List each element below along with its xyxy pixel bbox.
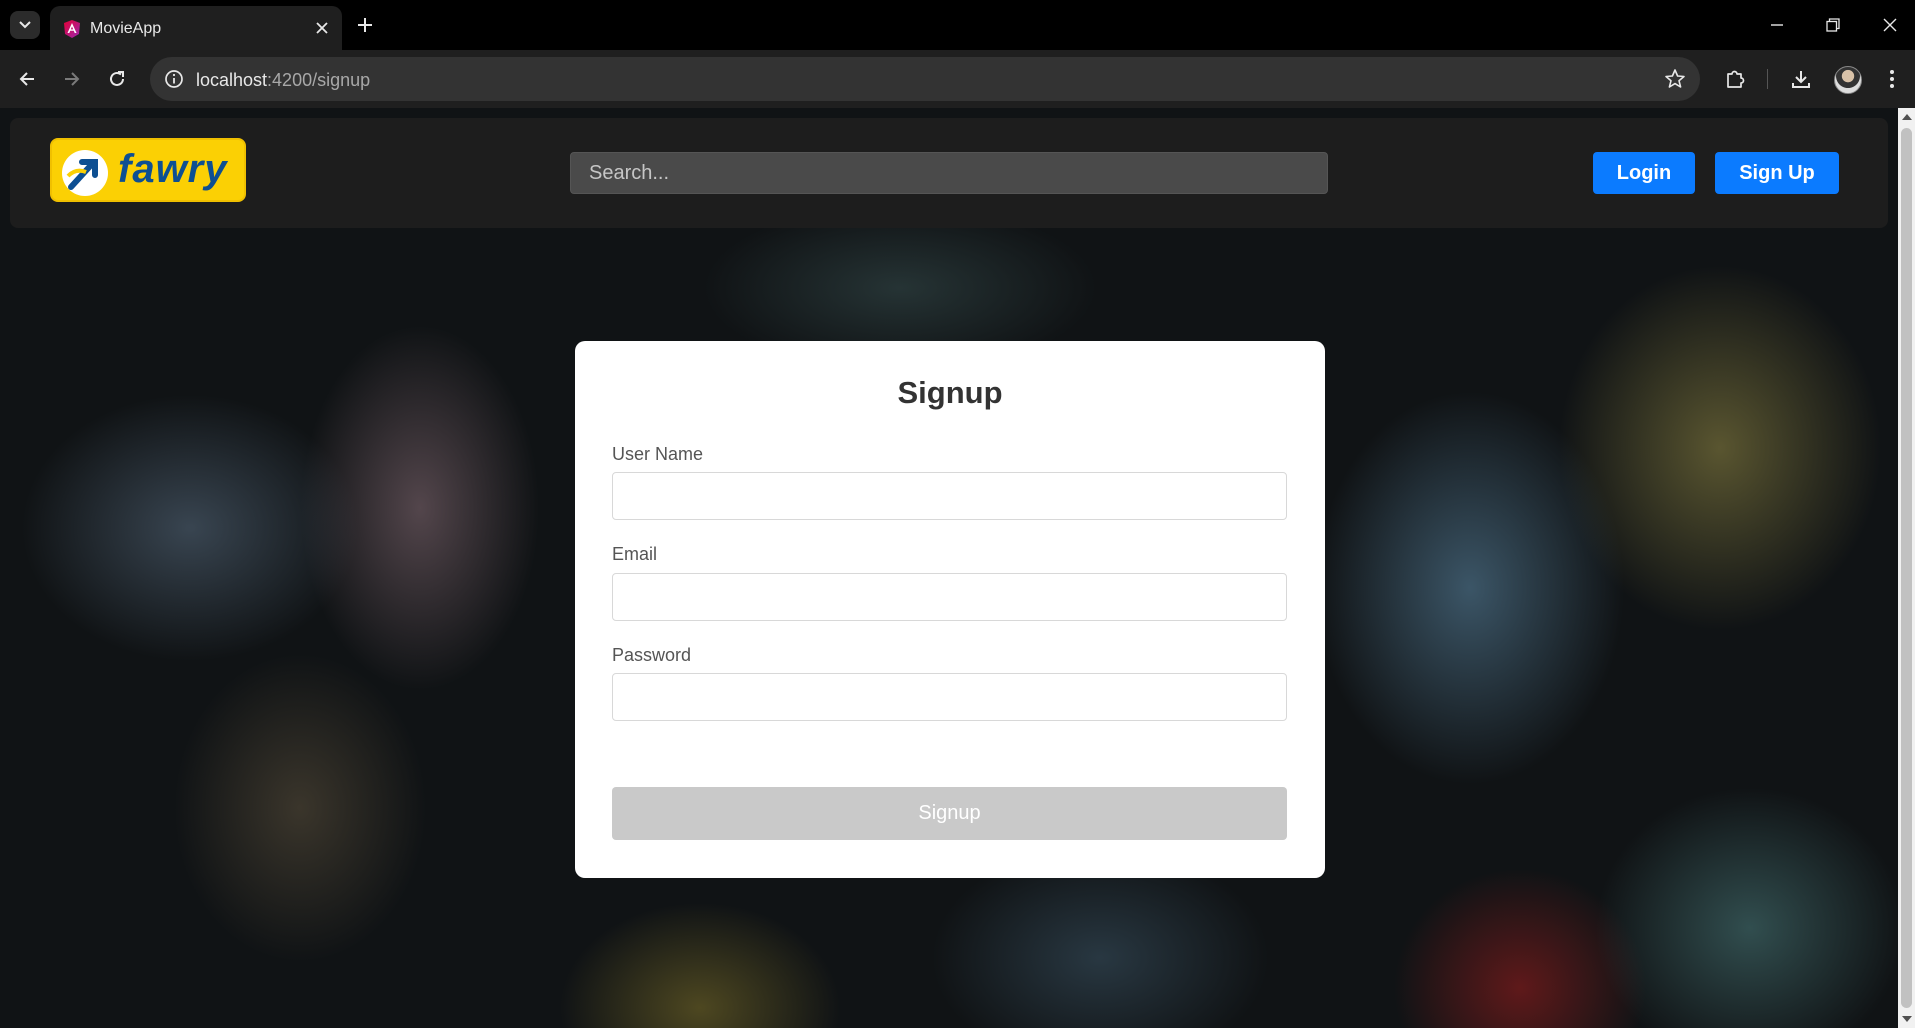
url-path: :4200/signup <box>267 70 371 90</box>
browser-tab[interactable]: MovieApp <box>50 6 342 50</box>
info-icon[interactable] <box>164 69 184 89</box>
forward-button[interactable] <box>57 64 87 94</box>
toolbar-divider <box>1767 69 1768 89</box>
new-tab-button[interactable] <box>352 12 378 38</box>
login-button[interactable]: Login <box>1593 152 1695 194</box>
tab-search-button[interactable] <box>10 11 40 39</box>
tab-close-button[interactable] <box>312 18 332 38</box>
fawry-logo[interactable]: fawry <box>50 138 246 202</box>
reload-icon <box>110 71 124 86</box>
signup-nav-button[interactable]: Sign Up <box>1715 152 1839 194</box>
chevron-down-icon <box>19 21 31 29</box>
minimize-button[interactable] <box>1760 10 1794 40</box>
browser-tab-bar: MovieApp <box>0 0 1915 50</box>
profile-avatar[interactable] <box>1834 66 1862 94</box>
address-bar[interactable]: localhost:4200/signup <box>150 57 1700 101</box>
username-label: User Name <box>612 444 704 464</box>
restore-icon <box>1826 18 1840 32</box>
download-icon <box>1792 71 1810 88</box>
page-scrollbar[interactable] <box>1898 108 1915 1028</box>
site-header: fawry Login Sign Up <box>10 118 1888 228</box>
browser-menu-button[interactable] <box>1877 64 1907 94</box>
logo-text: fawry <box>118 147 228 191</box>
email-label: Email <box>612 544 658 564</box>
restore-button[interactable] <box>1816 10 1850 40</box>
username-field[interactable] <box>612 472 1287 520</box>
close-icon <box>1883 18 1897 32</box>
extensions-button[interactable] <box>1720 64 1750 94</box>
arrow-left-icon <box>19 72 34 86</box>
scroll-up-arrow-icon[interactable] <box>1902 114 1912 120</box>
password-label: Password <box>612 645 692 665</box>
more-vertical-icon <box>1890 70 1894 88</box>
scrollbar-thumb[interactable] <box>1901 128 1912 1008</box>
plus-icon <box>358 18 372 32</box>
arrow-right-icon <box>65 72 80 86</box>
angular-favicon-icon <box>64 20 80 38</box>
minimize-icon <box>1771 24 1783 26</box>
back-button[interactable] <box>12 64 42 94</box>
downloads-button[interactable] <box>1786 64 1816 94</box>
signup-title: Signup <box>897 375 1003 410</box>
url-host: localhost <box>196 70 268 90</box>
search-input[interactable] <box>570 152 1328 194</box>
browser-toolbar: localhost:4200/signup <box>0 50 1915 108</box>
close-window-button[interactable] <box>1873 10 1907 40</box>
bookmark-star-icon[interactable] <box>1664 68 1686 90</box>
signup-submit-button[interactable]: Signup <box>612 787 1287 840</box>
url-text[interactable]: localhost:4200/signup <box>196 70 370 91</box>
signup-card: Signup User Name Email Password Signup <box>575 341 1325 878</box>
page-viewport: fawry Login Sign Up Signup User Name Ema… <box>0 108 1898 1028</box>
puzzle-icon <box>1727 70 1745 88</box>
password-field[interactable] <box>612 673 1287 721</box>
scroll-down-arrow-icon[interactable] <box>1902 1016 1912 1022</box>
reload-button[interactable] <box>102 64 132 94</box>
email-field[interactable] <box>612 573 1287 621</box>
close-icon <box>316 22 328 34</box>
tab-title: MovieApp <box>90 20 162 37</box>
logo-arrow-icon <box>62 150 108 196</box>
